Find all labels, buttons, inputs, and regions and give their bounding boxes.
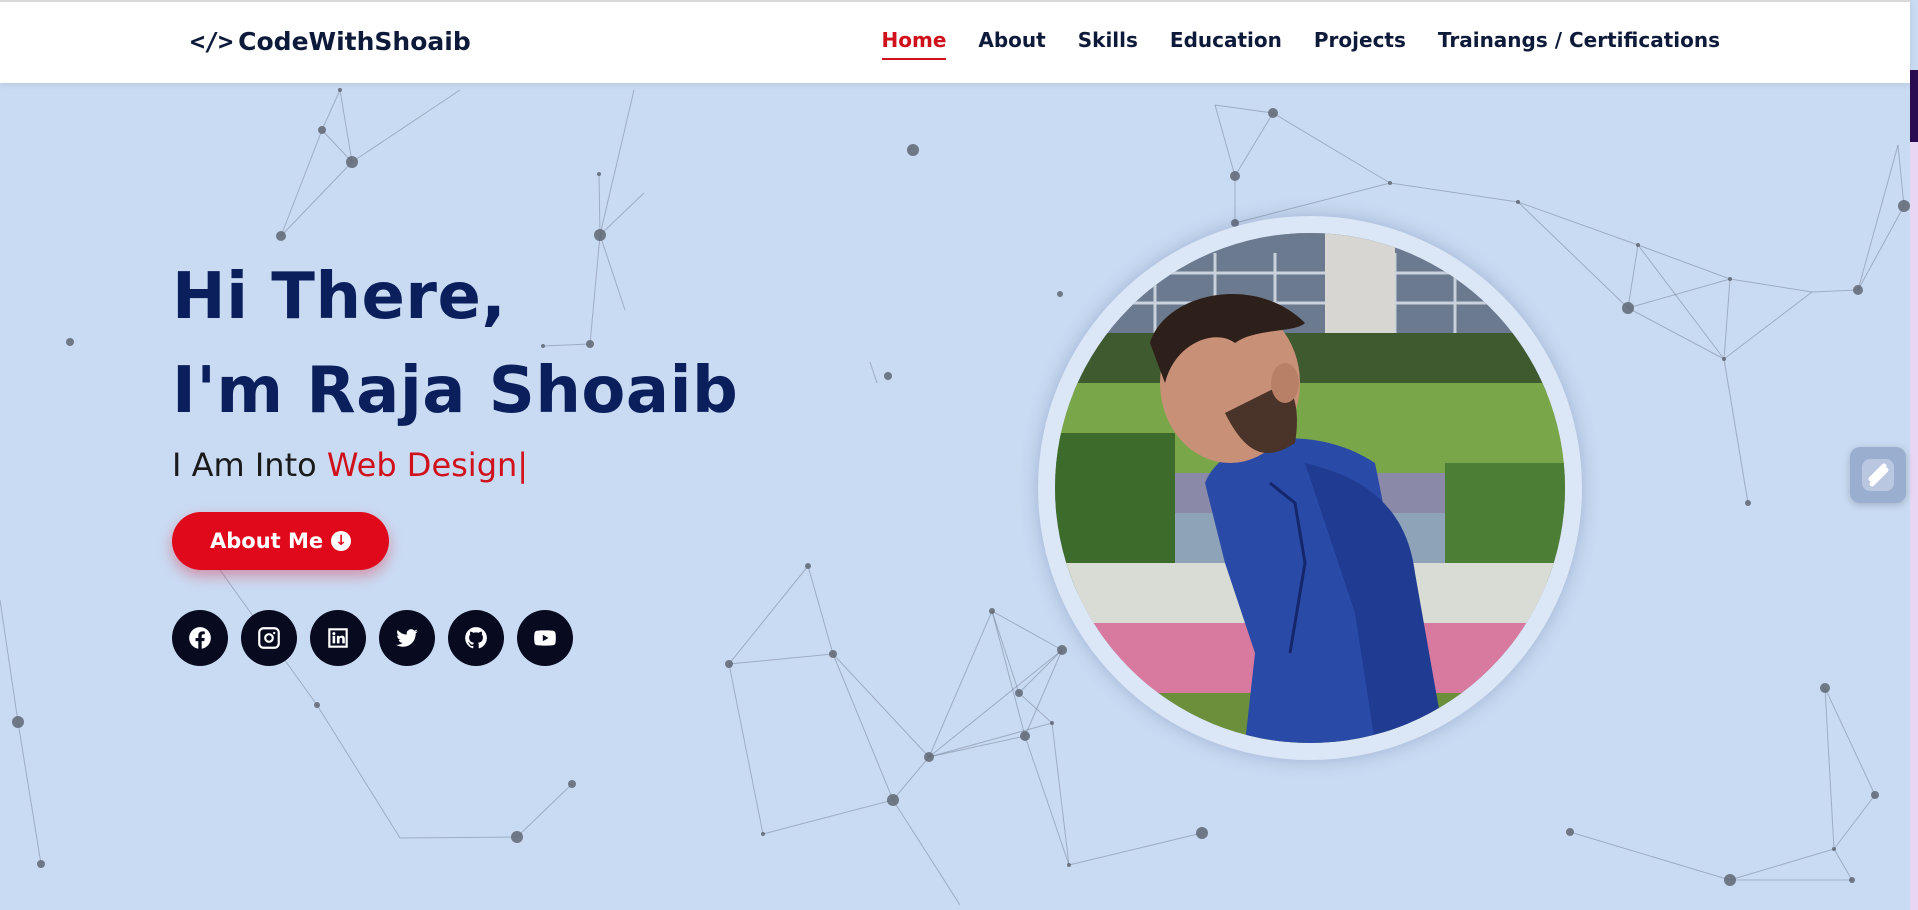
nav-home[interactable]: Home	[881, 28, 947, 60]
linkedin-icon	[328, 628, 348, 648]
assistant-icon	[1862, 459, 1894, 491]
nav-about[interactable]: About	[978, 28, 1045, 60]
hero-section: Hi There, I'm Raja Shoaib I Am Into Web …	[172, 250, 738, 666]
hero-greeting: Hi There,	[172, 260, 507, 334]
profile-photo-illustration	[1055, 233, 1565, 743]
twitter-link[interactable]	[379, 610, 435, 666]
youtube-link[interactable]	[517, 610, 573, 666]
page-scroll-indicator	[1910, 70, 1918, 910]
facebook-link[interactable]	[172, 610, 228, 666]
nav-certifications[interactable]: Trainangs / Certifications	[1438, 28, 1720, 60]
about-me-button[interactable]: About Me ↓	[172, 512, 390, 570]
main-nav: Home About Skills Education Projects Tra…	[881, 28, 1720, 60]
instagram-link[interactable]	[241, 610, 297, 666]
twitter-icon	[396, 629, 418, 647]
github-link[interactable]	[448, 610, 504, 666]
profile-photo-frame	[1038, 216, 1582, 760]
assistant-widget-button[interactable]	[1850, 447, 1906, 503]
navbar: </> CodeWithShoaib Home About Skills Edu…	[0, 0, 1910, 83]
nav-skills[interactable]: Skills	[1078, 28, 1138, 60]
instagram-icon	[258, 627, 280, 649]
facebook-icon	[189, 627, 211, 649]
typing-cursor: |	[517, 446, 529, 484]
social-links	[172, 610, 738, 666]
logo[interactable]: </> CodeWithShoaib	[190, 27, 471, 56]
youtube-icon	[534, 630, 556, 646]
github-icon	[465, 627, 487, 649]
about-me-label: About Me	[210, 529, 324, 553]
arrow-down-circle-icon: ↓	[331, 531, 352, 551]
hero-intro: I Am Into Web Design|	[172, 446, 738, 484]
hero-name: I'm Raja Shoaib	[172, 354, 739, 428]
intro-role: Web Design	[326, 446, 518, 484]
nav-projects[interactable]: Projects	[1314, 28, 1406, 60]
brand-name: CodeWithShoaib	[238, 27, 471, 56]
nav-education[interactable]: Education	[1170, 28, 1282, 60]
scroll-thumb[interactable]	[1910, 70, 1918, 142]
intro-prefix: I Am Into	[172, 446, 317, 484]
code-icon: </>	[190, 27, 233, 56]
profile-photo	[1055, 233, 1565, 743]
linkedin-link[interactable]	[310, 610, 366, 666]
